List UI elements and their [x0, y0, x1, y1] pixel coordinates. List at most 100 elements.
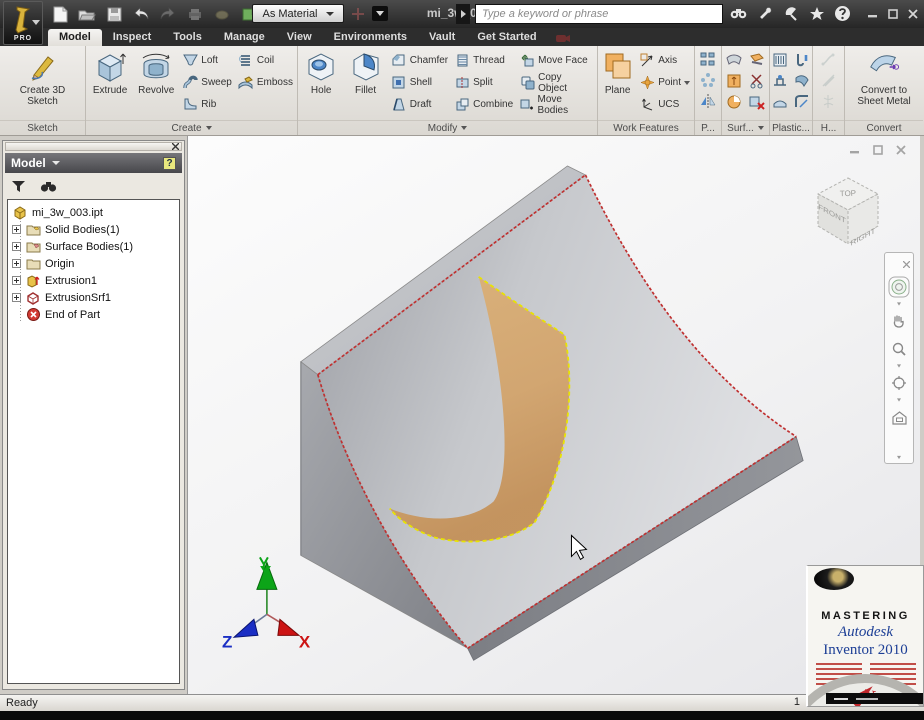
- favorites-button[interactable]: [806, 3, 827, 24]
- panel-label-sketch[interactable]: Sketch: [0, 120, 85, 135]
- stitch-surface-button[interactable]: [724, 50, 744, 70]
- panel-label-convert[interactable]: Convert: [845, 120, 923, 135]
- help-button[interactable]: [832, 3, 853, 24]
- new-file-button[interactable]: [50, 4, 70, 24]
- draft-button[interactable]: Draft: [389, 94, 450, 115]
- pan-button[interactable]: [887, 309, 911, 333]
- navbar-close-button[interactable]: [903, 255, 910, 273]
- browser-help-icon[interactable]: ?: [163, 157, 176, 170]
- redo-button[interactable]: [158, 4, 178, 24]
- expand-plus-icon[interactable]: [12, 259, 21, 268]
- tree-item-extrusionsrf1[interactable]: ExtrusionSrf1: [8, 289, 179, 306]
- material-dropdown[interactable]: As Material: [252, 4, 344, 23]
- hole-button[interactable]: Hole: [300, 49, 342, 119]
- thicken-button[interactable]: [724, 71, 744, 91]
- look-at-button[interactable]: [887, 405, 911, 429]
- rest-button[interactable]: [770, 92, 790, 112]
- emboss-button[interactable]: Emboss: [236, 72, 295, 93]
- lip-button[interactable]: [792, 71, 812, 91]
- convert-to-sheet-metal-button[interactable]: Convert to Sheet Metal: [850, 49, 918, 119]
- sculpt-button[interactable]: [747, 50, 767, 70]
- boss-button[interactable]: [770, 71, 790, 91]
- search-expand-button[interactable]: [456, 4, 470, 24]
- search-button[interactable]: [728, 3, 749, 24]
- panel-label-create[interactable]: Create: [86, 120, 297, 135]
- expand-plus-icon[interactable]: [12, 242, 21, 251]
- orbit-dropdown[interactable]: [897, 398, 901, 402]
- boundary-patch-button[interactable]: [724, 92, 744, 112]
- search-binoculars-icon[interactable]: [40, 180, 57, 193]
- tree-item-extrusion1[interactable]: Extrusion1: [8, 272, 179, 289]
- rib-button[interactable]: Rib: [180, 94, 234, 115]
- close-button[interactable]: [904, 5, 921, 22]
- chamfer-button[interactable]: Chamfer: [389, 50, 450, 71]
- orbit-button[interactable]: [887, 371, 911, 395]
- expand-plus-icon[interactable]: [12, 225, 21, 234]
- doc-restore-button[interactable]: [871, 144, 885, 156]
- tree-item-surface-bodies[interactable]: Surface Bodies(1): [8, 238, 179, 255]
- move-face-button[interactable]: Move Face: [517, 50, 595, 71]
- mirror-button[interactable]: [698, 91, 718, 111]
- application-menu-button[interactable]: PRO: [3, 1, 43, 45]
- tab-environments[interactable]: Environments: [323, 29, 418, 46]
- thread-button[interactable]: Thread: [452, 50, 515, 71]
- doc-minimize-button[interactable]: [848, 144, 862, 156]
- open-file-button[interactable]: [77, 4, 97, 24]
- panel-label-work-features[interactable]: Work Features: [598, 120, 694, 135]
- ucs-button[interactable]: UCS: [637, 94, 692, 115]
- tab-view[interactable]: View: [276, 29, 323, 46]
- tree-item-end-of-part[interactable]: End of Part: [8, 306, 179, 323]
- filter-icon[interactable]: [11, 180, 26, 193]
- print-button[interactable]: [185, 4, 205, 24]
- steering-wheel-dropdown[interactable]: [897, 302, 901, 306]
- tab-manage[interactable]: Manage: [213, 29, 276, 46]
- tree-item-origin[interactable]: Origin: [8, 255, 179, 272]
- sweep-button[interactable]: Sweep: [180, 72, 234, 93]
- expand-plus-icon[interactable]: [12, 293, 21, 302]
- fillet-button[interactable]: Fillet: [344, 49, 386, 119]
- loft-button[interactable]: Loft: [180, 50, 234, 71]
- circular-pattern-button[interactable]: [698, 70, 718, 90]
- grille-button[interactable]: [770, 50, 790, 70]
- create-3d-sketch-button[interactable]: Create 3D Sketch: [17, 49, 69, 119]
- extrude-button[interactable]: Extrude: [88, 49, 132, 119]
- steering-wheel-button[interactable]: [887, 275, 911, 299]
- tab-get-started[interactable]: Get Started: [466, 29, 547, 46]
- tab-model[interactable]: Model: [48, 29, 102, 46]
- trim-surface-button[interactable]: [747, 71, 767, 91]
- browser-grab-bar[interactable]: [5, 142, 182, 151]
- panel-label-pattern[interactable]: P...: [695, 120, 721, 135]
- move-bodies-button[interactable]: Move Bodies: [517, 94, 595, 115]
- rectangular-pattern-button[interactable]: [698, 49, 718, 69]
- revolve-button[interactable]: Revolve: [134, 49, 178, 119]
- tree-item-solid-bodies[interactable]: Solid Bodies(1): [8, 221, 179, 238]
- combine-button[interactable]: Combine: [452, 94, 515, 115]
- browser-close-button[interactable]: [169, 141, 181, 152]
- tab-inspect[interactable]: Inspect: [102, 29, 163, 46]
- zoom-button[interactable]: [887, 337, 911, 361]
- harness-segment-button[interactable]: [819, 70, 839, 90]
- measure-button[interactable]: [212, 4, 232, 24]
- minimize-button[interactable]: [864, 5, 881, 22]
- undo-button[interactable]: [131, 4, 151, 24]
- point-button[interactable]: Point: [637, 72, 692, 93]
- shell-button[interactable]: Shell: [389, 72, 450, 93]
- navbar-more-button[interactable]: [897, 455, 901, 459]
- plane-button[interactable]: Plane: [600, 49, 635, 119]
- viewcube[interactable]: TOP FRONT RIGHT: [810, 172, 886, 254]
- expand-plus-icon[interactable]: [12, 276, 21, 285]
- zoom-dropdown[interactable]: [897, 364, 901, 368]
- panel-label-surface[interactable]: Surf...: [722, 120, 769, 135]
- panel-label-harness[interactable]: H...: [813, 120, 844, 135]
- restore-button[interactable]: [884, 5, 901, 22]
- copy-object-button[interactable]: Copy Object: [517, 72, 595, 93]
- browser-header[interactable]: Model ?: [5, 153, 182, 173]
- panel-label-modify[interactable]: Modify: [298, 120, 597, 135]
- coil-button[interactable]: Coil: [236, 50, 295, 71]
- harness-route-button[interactable]: [819, 49, 839, 69]
- customize-button[interactable]: [754, 3, 775, 24]
- delete-face-button[interactable]: [747, 92, 767, 112]
- rule-fillet-button[interactable]: [792, 92, 812, 112]
- communication-center-button[interactable]: [780, 3, 801, 24]
- split-button[interactable]: Split: [452, 72, 515, 93]
